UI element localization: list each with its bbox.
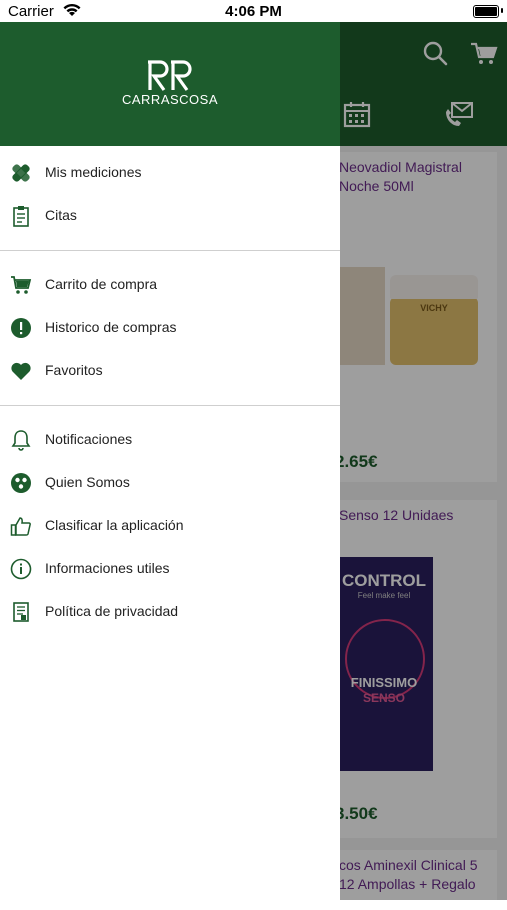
status-time: 4:06 PM <box>225 3 282 20</box>
bell-icon <box>11 430 31 451</box>
alert-circle-icon <box>11 318 31 338</box>
menu-item-label: Carrito de compra <box>45 276 158 292</box>
thumbs-up-icon <box>10 517 31 536</box>
menu-divider <box>0 405 340 406</box>
menu-divider <box>0 250 340 251</box>
menu-item-privacidad[interactable]: Política de privacidad <box>0 592 340 632</box>
menu-item-carrito[interactable]: Carrito de compra <box>0 265 340 305</box>
menu-item-notificaciones[interactable]: Notificaciones <box>0 420 340 460</box>
menu-item-mis-mediciones[interactable]: Mis mediciones <box>0 153 340 193</box>
menu-item-quien-somos[interactable]: Quien Somos <box>0 463 340 503</box>
menu-item-label: Historico de compras <box>45 319 177 335</box>
brand-logo <box>148 60 192 91</box>
drawer-header: CARRASCOSA <box>0 22 340 146</box>
group-icon <box>11 473 31 493</box>
document-icon <box>13 602 29 622</box>
menu-item-label: Clasificar la aplicación <box>45 517 184 533</box>
menu-item-favoritos[interactable]: Favoritos <box>0 351 340 391</box>
menu-item-label: Política de privacidad <box>45 603 179 619</box>
menu-item-label: Quien Somos <box>45 474 130 490</box>
bandage-icon <box>12 164 30 182</box>
clipboard-icon <box>13 206 29 227</box>
menu-item-citas[interactable]: Citas <box>0 196 340 236</box>
menu-item-label: Citas <box>45 207 77 223</box>
menu-item-label: Notificaciones <box>45 431 133 447</box>
status-bar: Carrier 4:06 PM <box>0 0 507 22</box>
menu-item-label: Informaciones utiles <box>45 560 170 576</box>
brand-name: CARRASCOSA <box>121 92 219 107</box>
navigation-drawer: CARRASCOSA Mis mediciones Citas Carrito … <box>0 22 340 900</box>
heart-icon <box>11 362 31 380</box>
menu-item-clasificar[interactable]: Clasificar la aplicación <box>0 506 340 546</box>
battery-cap <box>501 8 503 13</box>
menu-item-informaciones[interactable]: Informaciones utiles <box>0 549 340 589</box>
menu-item-historico[interactable]: Historico de compras <box>0 308 340 348</box>
menu-item-label: Favoritos <box>45 362 103 378</box>
cart-icon <box>11 276 32 294</box>
info-icon <box>10 558 32 580</box>
battery-icon <box>473 5 499 18</box>
menu-item-label: Mis mediciones <box>45 164 142 180</box>
